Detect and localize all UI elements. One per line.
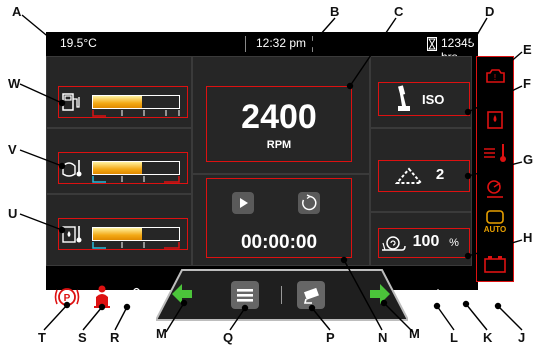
leader-lines (19, 14, 523, 333)
